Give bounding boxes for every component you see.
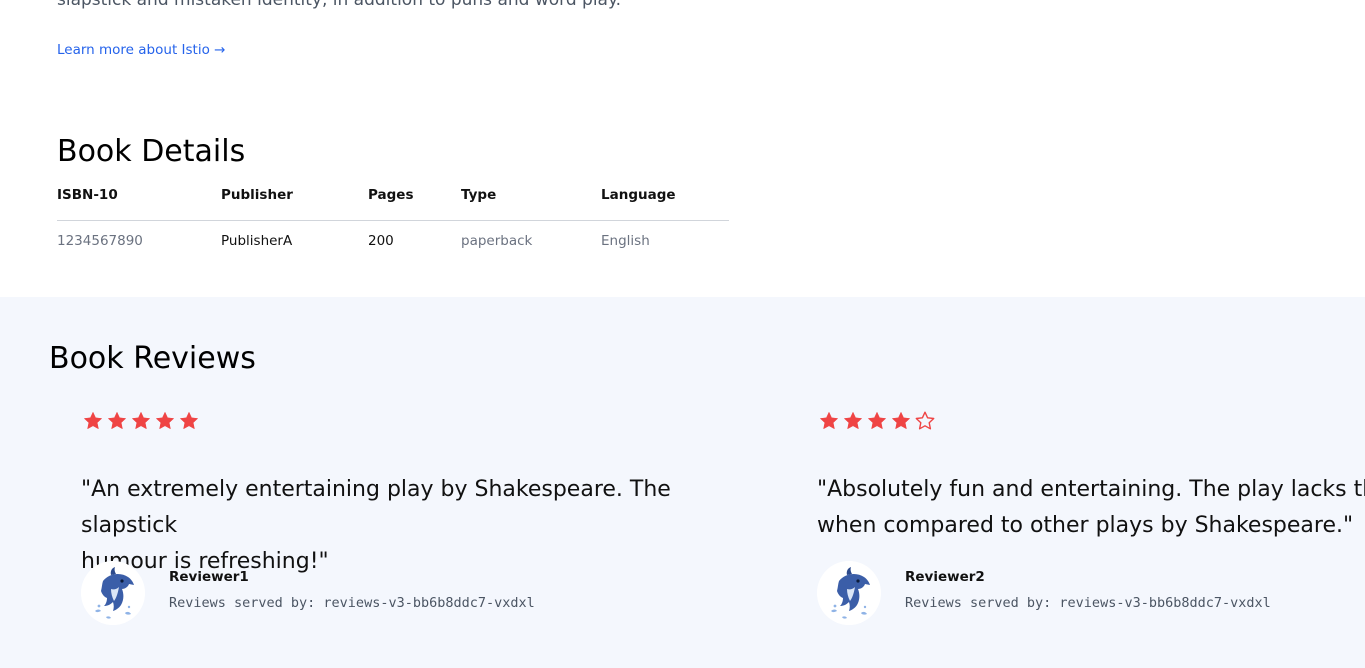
table-header-row: ISBN-10 Publisher Pages Type Language (57, 182, 729, 221)
star-filled-icon (81, 409, 105, 433)
value-isbn: 1234567890 (57, 233, 143, 249)
star-empty-icon (913, 409, 937, 433)
header-isbn: ISBN-10 (57, 187, 118, 203)
dolphin-icon (81, 561, 145, 625)
served-by-text: Reviews served by: reviews-v3-bb6b8ddc7-… (169, 595, 535, 611)
star-filled-icon (105, 409, 129, 433)
header-publisher: Publisher (221, 187, 293, 203)
value-pages: 200 (368, 233, 394, 249)
table-row: 1234567890 PublisherA 200 paperback Engl… (57, 221, 729, 259)
review-quote-line1: "Absolutely fun and entertaining. The pl… (817, 477, 1365, 502)
review-card-2: "Absolutely fun and entertaining. The pl… (817, 409, 1365, 639)
served-by-text: Reviews served by: reviews-v3-bb6b8ddc7-… (905, 595, 1271, 611)
review-quote-line2: when compared to other plays by Shakespe… (817, 513, 1354, 538)
product-description: slapstick and mistaken identity, in addi… (57, 0, 621, 10)
star-filled-icon (153, 409, 177, 433)
value-publisher: PublisherA (221, 233, 293, 249)
dolphin-icon (817, 561, 881, 625)
reviewer-name: Reviewer2 (905, 569, 985, 585)
review-quote-line1: "An extremely entertaining play by Shake… (81, 477, 671, 538)
review-quote: "An extremely entertaining play by Shake… (81, 472, 761, 580)
review-quote: "Absolutely fun and entertaining. The pl… (817, 472, 1365, 544)
header-pages: Pages (368, 187, 414, 203)
star-rating (81, 409, 201, 433)
book-details-title: Book Details (57, 134, 246, 169)
book-reviews-section: Book Reviews "An extremely entertaining … (0, 297, 1365, 668)
value-type: paperback (461, 233, 533, 249)
star-filled-icon (177, 409, 201, 433)
review-card-1: "An extremely entertaining play by Shake… (81, 409, 781, 639)
star-filled-icon (129, 409, 153, 433)
book-details-table: ISBN-10 Publisher Pages Type Language 12… (57, 182, 729, 259)
star-rating (817, 409, 937, 433)
reviewer-name: Reviewer1 (169, 569, 249, 585)
book-reviews-title: Book Reviews (49, 341, 256, 376)
star-filled-icon (889, 409, 913, 433)
star-filled-icon (841, 409, 865, 433)
learn-more-link[interactable]: Learn more about Istio → (57, 42, 225, 58)
star-filled-icon (817, 409, 841, 433)
header-type: Type (461, 187, 497, 203)
value-language: English (601, 233, 650, 249)
star-filled-icon (865, 409, 889, 433)
header-language: Language (601, 187, 676, 203)
